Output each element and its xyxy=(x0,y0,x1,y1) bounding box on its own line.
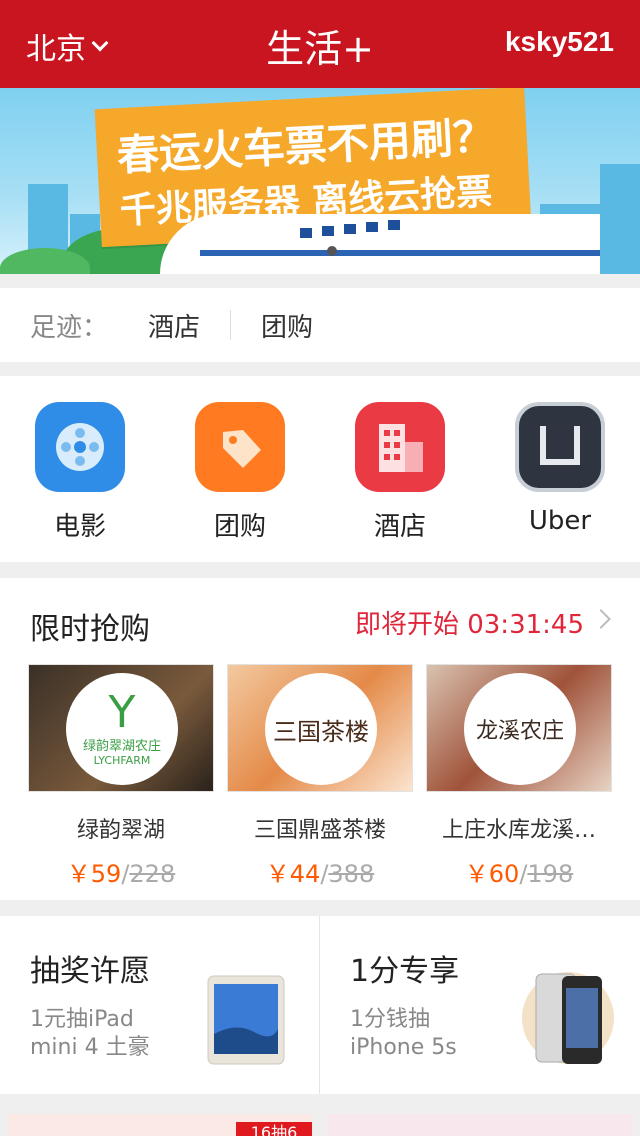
category-grid: 电影 团购 酒店 Uber xyxy=(0,376,640,562)
badge: 16抽6 xyxy=(236,1122,312,1136)
category-movie[interactable]: 电影 xyxy=(30,402,130,543)
flash-sale-section: 限时抢购 即将开始 03:31:45 Y 绿韵翠湖农庄 LYCHFARM 绿韵翠… xyxy=(0,578,640,900)
price-current: ￥60 xyxy=(464,860,520,888)
train-illustration xyxy=(160,214,600,274)
promo-lottery[interactable]: 抽奖许愿 1元抽iPad mini 4 土豪 xyxy=(0,916,320,1094)
category-hotel[interactable]: 酒店 xyxy=(350,402,450,543)
price-original: 228 xyxy=(129,860,176,888)
promo-penny[interactable]: 1分专享 1分钱抽 iPhone 5s xyxy=(320,916,640,1094)
ipad-image xyxy=(207,975,285,1065)
deal-name: 三国鼎盛茶楼 xyxy=(253,818,386,843)
footprint-bar: 足迹： 酒店 团购 xyxy=(0,288,640,362)
deal-name: 上庄水库龙溪… xyxy=(441,818,596,843)
top-header: 北京 生活+ ksky521 xyxy=(0,0,640,88)
footprint-label: 足迹： xyxy=(30,312,109,343)
deal-card[interactable]: 龙溪农庄 上庄水库龙溪… ￥60/198 xyxy=(426,664,612,889)
price-current: ￥44 xyxy=(265,860,321,888)
deal-card[interactable]: 三国茶楼 三国鼎盛茶楼 ￥44/388 xyxy=(227,664,413,889)
countdown-time: 03:31:45 xyxy=(467,610,584,640)
hotel-building-icon xyxy=(355,402,445,492)
category-label: 酒店 xyxy=(373,512,426,542)
promo-subtitle: 1分钱抽 iPhone 5s xyxy=(350,1007,457,1060)
deal-logo: 三国茶楼 xyxy=(265,673,377,785)
category-groupbuy[interactable]: 团购 xyxy=(190,402,290,543)
deal-card[interactable]: Y 绿韵翠湖农庄 LYCHFARM 绿韵翠湖 ￥59/228 xyxy=(28,664,214,889)
chevron-right-icon xyxy=(591,609,611,629)
countdown-status: 即将开始 xyxy=(354,610,459,640)
deal-image: 三国茶楼 xyxy=(227,664,413,792)
price-current: ￥59 xyxy=(66,860,122,888)
category-label: Uber xyxy=(528,506,592,536)
promo-title: 抽奖许愿 xyxy=(30,954,150,989)
price-tag-icon xyxy=(195,402,285,492)
deal-image: 龙溪农庄 xyxy=(426,664,612,792)
iphone-image xyxy=(522,972,614,1064)
film-reel-icon xyxy=(35,402,125,492)
divider xyxy=(230,310,232,340)
deal-logo: 龙溪农庄 xyxy=(464,673,576,785)
promo-title: 1分专享 xyxy=(350,954,460,989)
footprint-item-groupbuy[interactable]: 团购 xyxy=(261,307,343,344)
promo-section: 抽奖许愿 1元抽iPad mini 4 土豪 1分专享 1分钱抽 iPhone … xyxy=(0,916,640,1094)
deal-name: 绿韵翠湖 xyxy=(76,818,165,843)
footprint-item-hotel[interactable]: 酒店 xyxy=(148,307,230,344)
section-title: 限时抢购 xyxy=(30,612,150,647)
carousel-dot[interactable] xyxy=(327,246,337,256)
category-label: 团购 xyxy=(213,512,266,542)
promo-subtitle: 1元抽iPad mini 4 土豪 xyxy=(30,1007,150,1060)
category-uber[interactable]: Uber xyxy=(510,402,610,536)
uber-logo-icon xyxy=(515,402,605,492)
category-label: 电影 xyxy=(53,512,106,542)
username-link[interactable]: ksky521 xyxy=(505,26,614,58)
promo-banner[interactable]: 春运火车票不用刷？ 千兆服务器 离线云抢票 xyxy=(0,88,640,274)
deal-image: Y 绿韵翠湖农庄 LYCHFARM xyxy=(28,664,214,792)
countdown-link[interactable]: 即将开始 03:31:45 xyxy=(355,604,584,641)
next-card-peek[interactable] xyxy=(328,1114,632,1136)
deal-logo: Y 绿韵翠湖农庄 LYCHFARM xyxy=(66,673,178,785)
deal-price: ￥59/228 xyxy=(66,860,176,888)
deal-price: ￥44/388 xyxy=(265,860,375,888)
deal-price: ￥60/198 xyxy=(464,860,574,888)
price-original: 198 xyxy=(527,860,574,888)
price-original: 388 xyxy=(328,860,375,888)
